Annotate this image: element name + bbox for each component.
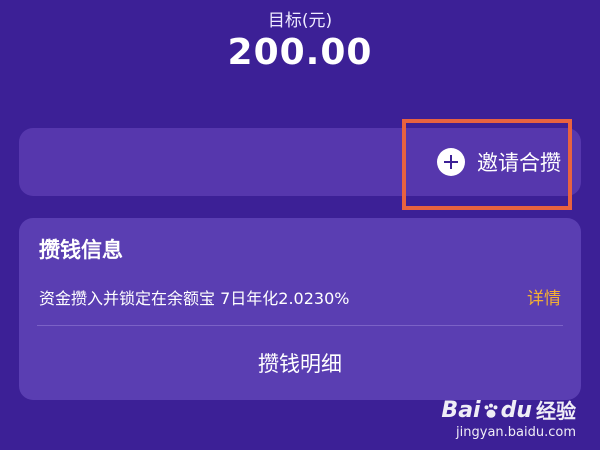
goal-amount: 200.00 [227,32,373,73]
highlight-box [402,119,572,210]
goal-label: 目标(元) [267,11,333,31]
baidu-jingyan-watermark: Bai du 经验 jingyan.baidu.com [441,398,576,441]
watermark-brand-right: du [500,398,532,423]
savings-info-card: 攒钱信息 资金攒入并锁定在余额宝 7日年化2.0230% 详情 攒钱明细 [19,218,581,400]
watermark-brand: Bai du 经验 [441,398,576,424]
savings-history-button[interactable]: 攒钱明细 [19,348,581,378]
divider [37,325,563,326]
savings-info-title: 攒钱信息 [39,238,123,262]
paw-icon [484,403,498,418]
details-link[interactable]: 详情 [527,284,561,309]
watermark-url: jingyan.baidu.com [456,425,576,440]
savings-info-description: 资金攒入并锁定在余额宝 7日年化2.0230% [39,289,350,308]
watermark-brand-suffix: 经验 [536,399,576,423]
watermark-brand-left: Bai [441,398,481,423]
